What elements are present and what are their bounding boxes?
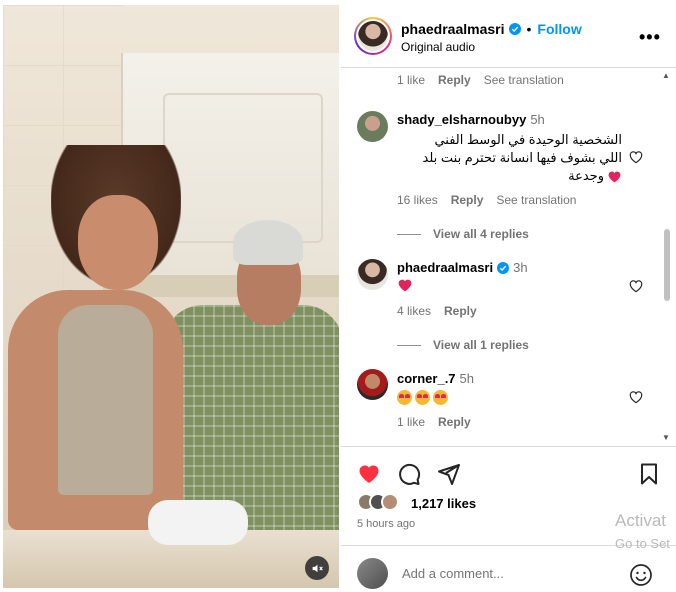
video-woman-top — [58, 305, 153, 495]
verified-badge-icon — [497, 261, 510, 274]
comment-meta: 4 likes Reply — [397, 304, 477, 318]
comment-meta: 16 likes Reply See translation — [397, 193, 576, 207]
view-replies-label: View all 1 replies — [433, 338, 529, 352]
post-video[interactable] — [3, 5, 339, 588]
comment-likes[interactable]: 1 like — [397, 415, 425, 429]
comment-line: الشخصية الوحيدة في الوسط الفني — [434, 132, 622, 147]
post-dialog: phaedraalmasri • Follow Original audio •… — [0, 0, 676, 590]
comment-author: phaedraalmasri 3h — [397, 260, 528, 275]
red-heart-emoji-icon — [398, 279, 412, 292]
video-glove — [148, 500, 248, 545]
comment-line: اللي بشوف فيها انسانة تحترم بنت بلد — [422, 150, 622, 165]
comment-meta: 1 like Reply — [397, 415, 471, 429]
video-cabinet-door — [163, 93, 323, 243]
liked-heart-icon[interactable] — [357, 462, 381, 486]
video-woman-face — [78, 195, 158, 290]
speaker-muted-icon — [312, 564, 323, 572]
post-side-panel: phaedraalmasri • Follow Original audio •… — [341, 5, 676, 590]
save-bookmark-icon[interactable] — [637, 462, 661, 486]
red-heart-emoji-icon — [608, 171, 621, 183]
comment-username[interactable]: corner_.7 — [397, 371, 456, 386]
scroll-down-arrow-icon[interactable]: ▼ — [662, 433, 670, 442]
comment-text: الشخصية الوحيدة في الوسط الفني اللي بشوف… — [381, 131, 622, 185]
activation-watermark: Activat — [615, 511, 667, 530]
reply-button[interactable]: Reply — [444, 304, 477, 318]
comment-icon[interactable] — [397, 462, 421, 486]
comment-username[interactable]: shady_elsharnoubyy — [397, 112, 526, 127]
comment-username[interactable]: phaedraalmasri — [397, 260, 493, 275]
comments-list[interactable]: ▲ ▼ 1 like Reply See translation shady_e… — [341, 69, 676, 445]
comment-time: 5h — [459, 371, 475, 386]
view-replies-button[interactable]: View all 1 replies — [397, 338, 529, 352]
more-options-icon[interactable]: ••• — [639, 27, 661, 48]
replies-divider — [397, 344, 421, 346]
scrollbar-thumb[interactable] — [664, 229, 670, 301]
replies-divider — [397, 233, 421, 235]
commenter-avatar[interactable] — [357, 369, 388, 400]
liker-avatars[interactable] — [357, 493, 399, 511]
scroll-up-arrow-icon[interactable]: ▲ — [662, 71, 670, 80]
post-timestamp[interactable]: 5 hours ago — [357, 518, 415, 530]
follow-button[interactable]: Follow — [537, 21, 581, 37]
heart-eyes-emoji-icon — [397, 390, 412, 406]
emoji-picker-icon[interactable] — [629, 563, 653, 587]
comment-text — [397, 389, 451, 407]
see-translation-link[interactable]: See translation — [496, 193, 576, 207]
comment-text — [397, 278, 413, 297]
heart-eyes-emoji-icon — [415, 390, 430, 406]
view-replies-button[interactable]: View all 4 replies — [397, 227, 529, 241]
separator-dot: • — [526, 21, 532, 37]
see-translation-link[interactable]: See translation — [484, 73, 564, 87]
mute-button[interactable] — [305, 556, 329, 580]
liker-avatar — [381, 493, 399, 511]
author-avatar[interactable] — [354, 17, 392, 55]
audio-link[interactable]: Original audio — [401, 40, 475, 54]
reply-button[interactable]: Reply — [451, 193, 484, 207]
comment-time: 3h — [513, 260, 528, 275]
like-comment-heart-icon[interactable] — [628, 149, 644, 165]
activation-watermark-sub: Go to Set — [615, 536, 670, 551]
comment-meta: 1 like Reply See translation — [397, 73, 564, 87]
add-comment-bar — [341, 545, 676, 592]
author-line: phaedraalmasri • Follow — [401, 21, 582, 37]
comment-author: corner_.7 5h — [397, 371, 474, 386]
likes-count[interactable]: 1,217 likes — [411, 496, 476, 511]
reply-button[interactable]: Reply — [438, 415, 471, 429]
verified-badge-icon — [508, 23, 521, 35]
like-comment-heart-icon[interactable] — [628, 389, 644, 405]
commenter-avatar[interactable] — [357, 259, 388, 290]
reply-button[interactable]: Reply — [438, 73, 471, 87]
comment-likes[interactable]: 1 like — [397, 73, 425, 87]
like-comment-heart-icon[interactable] — [628, 278, 644, 294]
current-user-avatar — [357, 558, 388, 589]
heart-eyes-emoji-icon — [433, 390, 448, 406]
comment-time: 5h — [530, 112, 545, 127]
share-icon[interactable] — [437, 462, 461, 486]
comment-likes[interactable]: 4 likes — [397, 304, 431, 318]
comment-author: shady_elsharnoubyy 5h — [397, 112, 545, 127]
video-man-hair — [233, 220, 303, 265]
view-replies-label: View all 4 replies — [433, 227, 529, 241]
post-header: phaedraalmasri • Follow Original audio •… — [341, 5, 676, 68]
author-username[interactable]: phaedraalmasri — [401, 21, 505, 37]
comment-likes[interactable]: 16 likes — [397, 193, 438, 207]
comment-input[interactable] — [402, 566, 602, 581]
comment-line-text: وجدعة — [568, 168, 604, 183]
comment-line: وجدعة — [381, 167, 622, 185]
